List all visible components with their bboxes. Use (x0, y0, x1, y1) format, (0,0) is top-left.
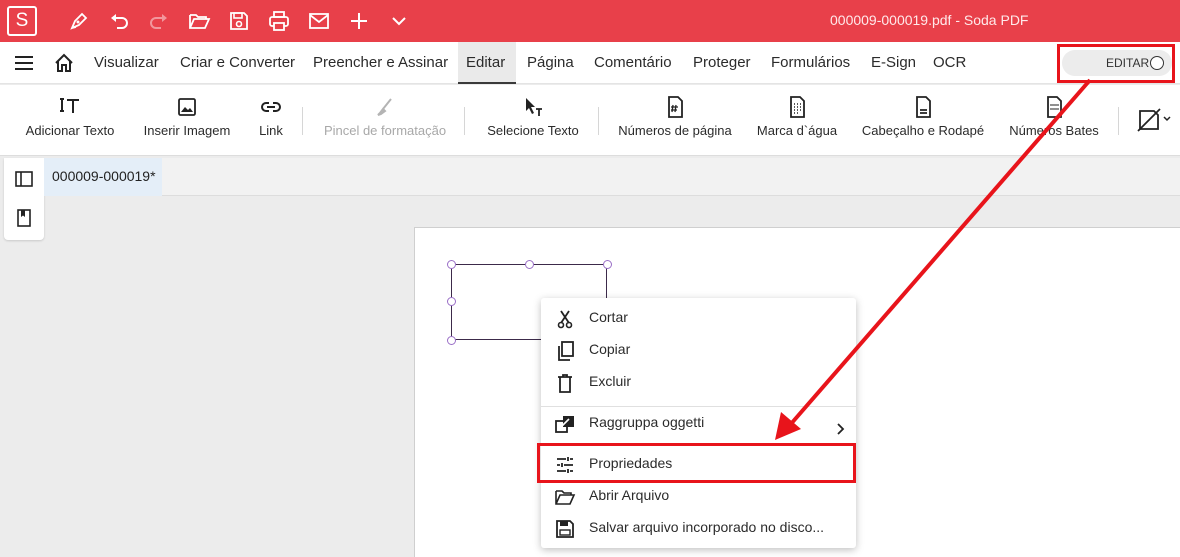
edit-toolbar: Adicionar Texto Inserir Imagem Link Pinc… (0, 85, 1180, 156)
home-icon[interactable] (53, 52, 75, 74)
bates-number-icon (1042, 95, 1066, 119)
image-icon (175, 95, 199, 119)
scissors-icon (555, 308, 575, 329)
toolbar-separator (302, 107, 303, 135)
redact-dropdown-icon[interactable] (1136, 107, 1172, 133)
resize-handle[interactable] (447, 260, 456, 269)
window-title: 000009-000019.pdf - Soda PDF (830, 12, 1029, 28)
toolbar-separator (464, 107, 465, 135)
highlight-box-propriedades (537, 443, 856, 483)
trash-icon (555, 372, 575, 393)
resize-handle[interactable] (447, 336, 456, 345)
tool-bates-numbers[interactable]: Números Bates (1006, 85, 1102, 156)
print-icon[interactable] (268, 10, 290, 32)
format-brush-icon (373, 95, 397, 119)
menu-proteger[interactable]: Proteger (685, 42, 759, 84)
tool-select-text[interactable]: Selecione Texto (484, 85, 582, 156)
menu-formularios[interactable]: Formulários (763, 42, 858, 84)
context-item-copiar[interactable]: Copiar (541, 333, 856, 365)
left-side-panel (4, 158, 44, 240)
menu-bar: Visualizar Criar e Converter Preencher e… (0, 42, 1180, 84)
resize-handle[interactable] (525, 260, 534, 269)
tool-insert-image[interactable]: Inserir Imagem (140, 85, 234, 156)
menu-comentario[interactable]: Comentário (586, 42, 680, 84)
tool-format-brush: Pincel de formatação (320, 85, 450, 156)
context-item-excluir[interactable]: Excluir (541, 365, 856, 397)
group-icon (555, 413, 575, 433)
undo-icon[interactable] (108, 10, 130, 32)
save-file-icon (555, 518, 575, 538)
context-menu: Cortar Copiar Excluir Raggruppa oggetti … (541, 298, 856, 548)
menu-pagina[interactable]: Página (519, 42, 582, 84)
thumbnails-panel-icon[interactable] (15, 170, 33, 188)
tool-add-text[interactable]: Adicionar Texto (22, 85, 118, 156)
context-item-cortar[interactable]: Cortar (541, 301, 856, 333)
menu-e-sign[interactable]: E-Sign (863, 42, 924, 84)
plus-icon[interactable] (348, 10, 370, 32)
header-footer-icon (911, 95, 935, 119)
menu-criar-e-converter[interactable]: Criar e Converter (172, 42, 303, 84)
tool-page-numbers[interactable]: Números de página (616, 85, 734, 156)
context-item-raggruppa-oggetti[interactable]: Raggruppa oggetti (541, 406, 856, 438)
save-icon[interactable] (228, 10, 250, 32)
pen-icon[interactable] (68, 10, 90, 32)
copy-icon (555, 340, 575, 361)
context-item-salvar-arquivo[interactable]: Salvar arquivo incorporado no disco... (541, 511, 856, 543)
open-folder-icon[interactable] (188, 10, 211, 32)
mail-icon[interactable] (308, 10, 330, 32)
add-text-icon (58, 95, 82, 119)
toolbar-separator (598, 107, 599, 135)
document-tab-strip (162, 158, 1180, 196)
resize-handle[interactable] (603, 260, 612, 269)
menu-ocr[interactable]: OCR (925, 42, 974, 84)
menu-visualizar[interactable]: Visualizar (86, 42, 167, 84)
select-text-icon (521, 95, 545, 119)
hamburger-menu-icon[interactable] (14, 54, 34, 72)
tool-link[interactable]: Link (252, 85, 290, 156)
bookmark-panel-icon[interactable] (15, 209, 33, 227)
menu-editar[interactable]: Editar (458, 42, 516, 84)
link-icon (259, 95, 283, 119)
watermark-icon (785, 95, 809, 119)
tool-watermark[interactable]: Marca d`água (754, 85, 840, 156)
chevron-right-icon (834, 415, 848, 435)
tool-header-footer[interactable]: Cabeçalho e Rodapé (860, 85, 986, 156)
highlight-box-edit-toggle (1057, 44, 1175, 83)
document-tab[interactable]: 000009-000019* (44, 158, 162, 196)
resize-handle[interactable] (447, 297, 456, 306)
page-number-icon (663, 95, 687, 119)
toolbar-separator (1118, 107, 1119, 135)
menu-preencher-e-assinar[interactable]: Preencher e Assinar (305, 42, 456, 84)
context-item-abrir-arquivo[interactable]: Abrir Arquivo (541, 479, 856, 511)
app-logo[interactable]: S (7, 6, 37, 36)
redo-icon (148, 10, 170, 32)
title-bar: S 000009-000019.pdf - Soda PDF (0, 0, 1180, 42)
open-file-icon (555, 486, 576, 506)
chevron-down-icon[interactable] (388, 10, 410, 32)
